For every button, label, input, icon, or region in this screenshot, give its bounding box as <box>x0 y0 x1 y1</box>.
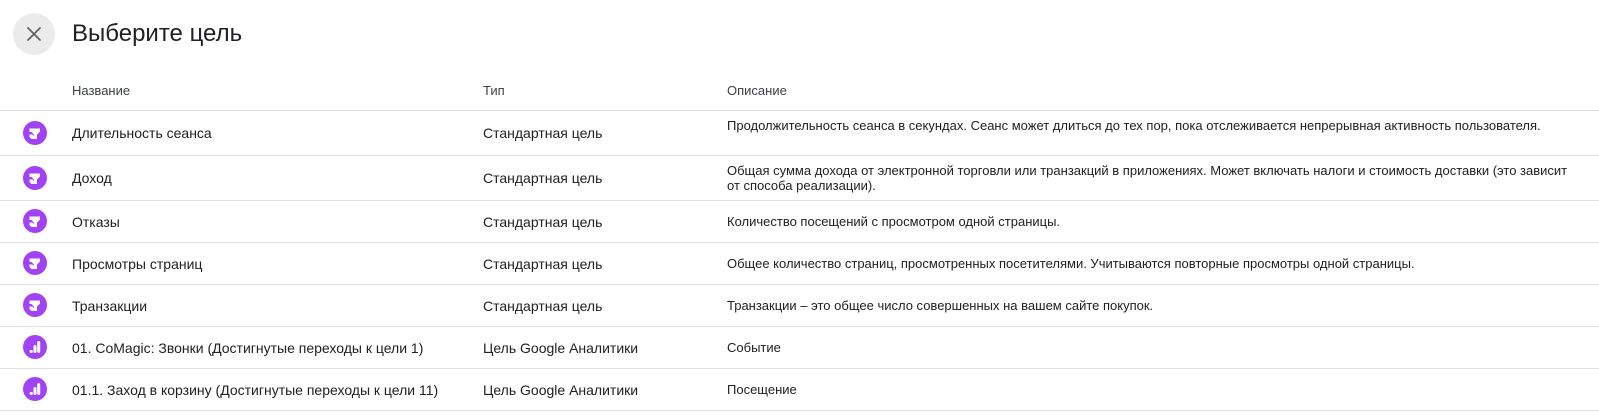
goal-description: Продолжительность сеанса в секундах. Сеа… <box>727 118 1541 133</box>
close-button[interactable] <box>13 13 55 55</box>
goal-description: Событие <box>727 340 781 355</box>
google-analytics-icon <box>23 377 47 401</box>
goal-picker-dialog: Выберите цель Название Тип Описание Длит… <box>0 0 1599 419</box>
table-header: Название Тип Описание <box>0 72 1599 111</box>
goal-name: Доход <box>72 170 112 186</box>
standard-goal-icon <box>23 251 47 275</box>
goal-row-session-duration[interactable]: Длительность сеанса Стандартная цель Про… <box>0 111 1599 156</box>
goal-description: Посещение <box>727 382 797 397</box>
goal-name: 01. CoMagic: Звонки (Достигнутые переход… <box>72 340 424 356</box>
goal-type: Стандартная цель <box>483 170 603 186</box>
goal-type: Стандартная цель <box>483 298 603 314</box>
goal-type: Цель Google Аналитики <box>483 382 639 398</box>
column-header-description: Описание <box>727 83 787 98</box>
standard-goal-icon <box>23 293 47 317</box>
goal-type: Стандартная цель <box>483 125 603 141</box>
goal-name: Транзакции <box>72 298 148 314</box>
goal-name: Отказы <box>72 214 120 230</box>
standard-goal-icon <box>23 121 47 145</box>
goal-description: Транзакции – это общее число совершенных… <box>727 298 1154 313</box>
dialog-header: Выберите цель <box>0 0 1599 72</box>
goal-type: Стандартная цель <box>483 256 603 272</box>
goal-name: Длительность сеанса <box>72 125 212 141</box>
standard-goal-icon <box>23 209 47 233</box>
goal-name: Просмотры страниц <box>72 256 203 272</box>
column-header-type: Тип <box>483 83 505 98</box>
dialog-title: Выберите цель <box>72 20 243 47</box>
google-analytics-icon <box>23 335 47 359</box>
goal-row-comagic-calls[interactable]: 01. CoMagic: Звонки (Достигнутые переход… <box>0 327 1599 369</box>
goal-row-revenue[interactable]: Доход Стандартная цель Общая сумма доход… <box>0 156 1599 201</box>
goal-type: Цель Google Аналитики <box>483 340 639 356</box>
standard-goal-icon <box>23 166 47 190</box>
goal-row-pageviews[interactable]: Просмотры страниц Стандартная цель Общее… <box>0 243 1599 285</box>
goal-description: Общее количество страниц, просмотренных … <box>727 256 1415 271</box>
goal-type: Стандартная цель <box>483 214 603 230</box>
close-icon <box>27 27 41 41</box>
goal-row-transactions[interactable]: Транзакции Стандартная цель Транзакции –… <box>0 285 1599 327</box>
goal-name: 01.1. Заход в корзину (Достигнутые перех… <box>72 382 439 398</box>
column-header-name: Название <box>72 83 131 98</box>
goal-list: Длительность сеанса Стандартная цель Про… <box>0 111 1599 411</box>
goal-description: Количество посещений с просмотром одной … <box>727 214 1061 229</box>
goal-row-cart-visit[interactable]: 01.1. Заход в корзину (Достигнутые перех… <box>0 369 1599 411</box>
goal-row-bounces[interactable]: Отказы Стандартная цель Количество посещ… <box>0 201 1599 243</box>
goal-description: Общая сумма дохода от электронной торгов… <box>727 163 1568 193</box>
